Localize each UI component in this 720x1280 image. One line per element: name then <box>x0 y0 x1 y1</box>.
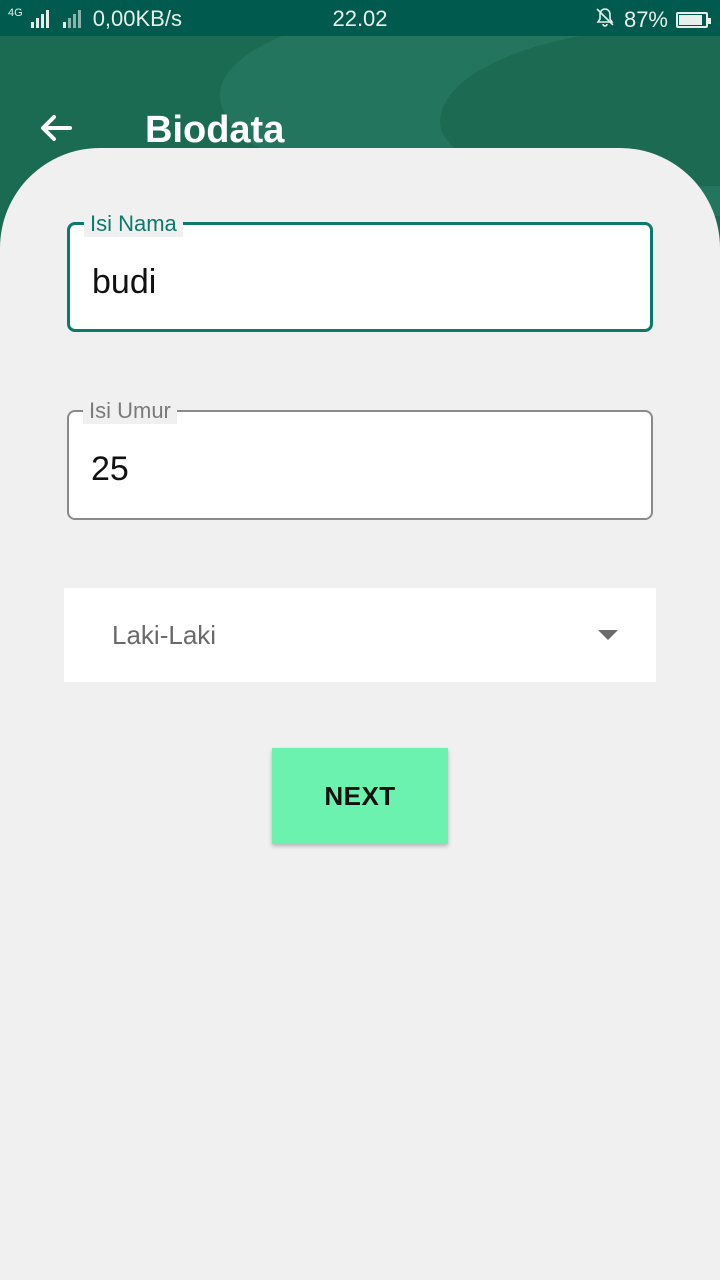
mute-bell-icon <box>594 6 616 34</box>
next-button[interactable]: NEXT <box>272 748 448 844</box>
chevron-down-icon <box>598 630 618 640</box>
battery-level-fill <box>679 15 702 25</box>
battery-percent: 87% <box>623 7 668 32</box>
gender-dropdown[interactable]: Laki-Laki <box>64 588 656 682</box>
name-field[interactable]: Isi Nama budi <box>67 211 653 332</box>
age-field[interactable]: Isi Umur 25 <box>67 398 653 520</box>
battery-icon <box>676 12 711 28</box>
name-field-label: Isi Nama <box>84 211 183 237</box>
status-right: 87% <box>594 6 711 34</box>
name-field-value[interactable]: budi <box>92 263 156 302</box>
gender-dropdown-value: Laki-Laki <box>112 620 217 650</box>
age-field-value[interactable]: 25 <box>91 450 129 489</box>
age-field-label: Isi Umur <box>83 398 177 424</box>
back-button[interactable] <box>34 108 78 152</box>
status-bar: 4G 0,00KB/s 22.02 87% <box>0 0 720 36</box>
page-title: Biodata <box>145 109 285 151</box>
arrow-left-icon <box>41 115 72 141</box>
